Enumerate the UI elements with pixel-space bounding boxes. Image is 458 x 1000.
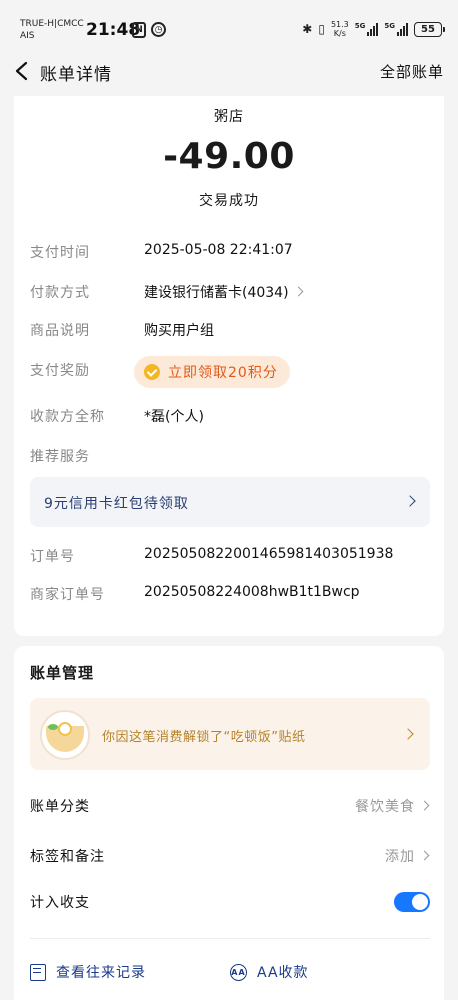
order-no-value: 2025050822001465981403051938 bbox=[144, 546, 394, 562]
reward-label: 支付奖励 bbox=[30, 363, 90, 379]
vibrate-icon: ▯ bbox=[318, 22, 325, 36]
rice-bowl-icon bbox=[40, 710, 90, 760]
order-no-label: 订单号 bbox=[30, 549, 75, 565]
carrier-info: TRUE-H|CMCC AIS bbox=[20, 18, 84, 42]
battery-icon: 55 bbox=[414, 21, 445, 37]
transaction-amount: -49.00 bbox=[163, 136, 295, 177]
payee-value: *磊(个人) bbox=[144, 409, 204, 425]
chevron-right-icon bbox=[293, 286, 304, 297]
aa-collect-label: AA收款 bbox=[257, 965, 309, 981]
aa-icon: AA bbox=[230, 963, 247, 981]
carrier-primary: TRUE-H|CMCC bbox=[20, 19, 84, 29]
record-list-icon bbox=[30, 963, 46, 981]
tags-label: 标签和备注 bbox=[30, 849, 105, 865]
sticker-banner[interactable]: 你因这笔消费解锁了“吃顿饭”贴纸 bbox=[30, 698, 430, 770]
category-value: 餐饮美食 bbox=[355, 799, 415, 815]
aa-collect-button[interactable]: AA AA收款 bbox=[230, 962, 309, 982]
alarm-icon: ◷ bbox=[151, 22, 166, 37]
page-title: 账单详情 bbox=[40, 65, 112, 85]
category-row[interactable]: 餐饮美食 bbox=[355, 796, 430, 816]
payee-label: 收款方全称 bbox=[30, 409, 105, 425]
status-bar: TRUE-H|CMCC AIS 21:48 N ◷ ✱ ▯ 51.3 K/s 5… bbox=[0, 0, 458, 48]
divider bbox=[30, 938, 430, 939]
transaction-card: 粥店 -49.00 交易成功 支付时间 2025-05-08 22:41:07 … bbox=[14, 96, 444, 636]
pay-method-value: 建设银行储蓄卡(4034) bbox=[144, 285, 289, 301]
carrier-secondary: AIS bbox=[20, 31, 35, 41]
view-history-label: 查看往来记录 bbox=[56, 965, 146, 981]
signal-icon-1: 5G bbox=[355, 22, 379, 36]
tags-row[interactable]: 添加 bbox=[385, 846, 430, 866]
system-icons: ✱ ▯ 51.3 K/s 5G 5G 55 bbox=[302, 20, 445, 38]
back-arrow-icon[interactable] bbox=[12, 60, 32, 82]
bill-management-card: 账单管理 你因这笔消费解锁了“吃顿饭”贴纸 账单分类 餐饮美食 标签和备注 添加… bbox=[14, 646, 444, 1000]
category-label: 账单分类 bbox=[30, 799, 90, 815]
speed-value: 51.3 bbox=[330, 20, 349, 29]
count-label: 计入收支 bbox=[30, 895, 90, 911]
all-bills-link[interactable]: 全部账单 bbox=[380, 61, 444, 82]
network-type-1: 5G bbox=[354, 22, 366, 30]
tags-value: 添加 bbox=[385, 849, 415, 865]
transaction-status: 交易成功 bbox=[199, 193, 259, 209]
network-speed: 51.3 K/s bbox=[331, 20, 349, 38]
goods-value: 购买用户组 bbox=[144, 323, 214, 339]
merchant-order-label: 商家订单号 bbox=[30, 587, 105, 603]
chevron-right-icon bbox=[419, 800, 430, 811]
pay-time-label: 支付时间 bbox=[30, 245, 90, 261]
nav-bar: 账单详情 全部账单 bbox=[0, 48, 458, 96]
signal-icon-2: 5G bbox=[384, 22, 408, 36]
claim-points-label: 立即领取20积分 bbox=[168, 365, 278, 381]
sticker-text: 你因这笔消费解锁了“吃顿饭”贴纸 bbox=[102, 730, 306, 745]
pay-method-label: 付款方式 bbox=[30, 285, 90, 301]
merchant-name: 粥店 bbox=[214, 109, 244, 125]
chevron-right-icon bbox=[402, 728, 414, 740]
chevron-right-icon bbox=[404, 495, 416, 507]
pay-method-row[interactable]: 建设银行储蓄卡(4034) bbox=[144, 282, 304, 302]
claim-points-button[interactable]: 立即领取20积分 bbox=[134, 356, 290, 388]
pay-time-value: 2025-05-08 22:41:07 bbox=[144, 242, 293, 258]
promo-text: 9元信用卡红包待领取 bbox=[44, 496, 189, 512]
bluetooth-icon: ✱ bbox=[302, 22, 313, 36]
speed-unit: K/s bbox=[333, 29, 346, 38]
coin-check-icon bbox=[144, 364, 160, 380]
nfc-icon: N bbox=[132, 22, 146, 38]
battery-level: 55 bbox=[421, 23, 435, 35]
credit-card-promo[interactable]: 9元信用卡红包待领取 bbox=[30, 477, 430, 527]
section-title: 账单管理 bbox=[30, 664, 95, 682]
goods-label: 商品说明 bbox=[30, 323, 90, 339]
chevron-right-icon bbox=[419, 850, 430, 861]
view-history-button[interactable]: 查看往来记录 bbox=[30, 962, 146, 982]
network-type-2: 5G bbox=[384, 22, 395, 30]
recommend-label: 推荐服务 bbox=[30, 449, 90, 465]
count-toggle[interactable] bbox=[394, 892, 430, 912]
merchant-order-value: 20250508224008hwB1t1Bwcp bbox=[144, 584, 360, 600]
notification-icons: N ◷ bbox=[132, 22, 166, 38]
